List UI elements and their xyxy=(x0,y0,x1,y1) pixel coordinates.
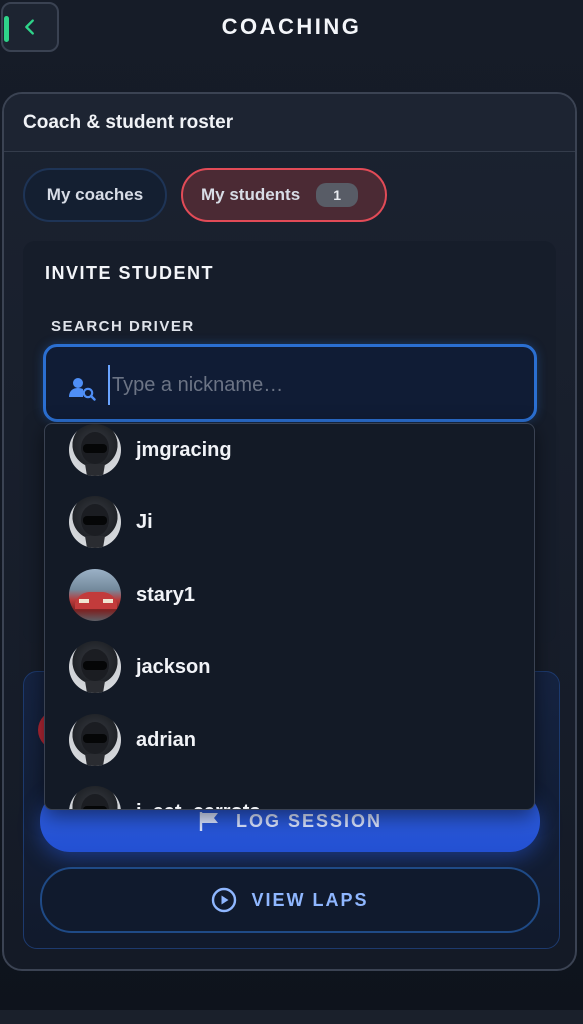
tab-label: My students xyxy=(201,185,301,204)
log-session-label: LOG SESSION xyxy=(235,810,383,831)
list-item[interactable]: jmgracing xyxy=(45,424,534,486)
helmet-avatar xyxy=(69,424,121,476)
helmet-avatar xyxy=(69,496,121,548)
driver-suggestions-dropdown: jmgracing Ji stary1 jackson adrian i_eat… xyxy=(44,423,535,810)
driver-name: adrian xyxy=(136,728,197,751)
helmet-avatar xyxy=(69,714,121,766)
list-item[interactable]: jackson xyxy=(45,631,534,703)
search-input[interactable] xyxy=(108,365,508,405)
search-driver-box[interactable] xyxy=(43,344,537,422)
list-item[interactable]: stary1 xyxy=(45,559,534,631)
invite-title: INVITE STUDENT xyxy=(45,263,215,283)
play-circle-icon xyxy=(212,887,237,913)
helmet-avatar xyxy=(69,786,121,809)
car-avatar xyxy=(69,569,121,621)
list-item[interactable]: Ji xyxy=(45,486,534,558)
driver-name: jackson xyxy=(136,655,211,678)
tab-label: My coaches xyxy=(46,185,144,204)
page-title: COACHING xyxy=(221,14,362,39)
driver-name: i_eat_carrots xyxy=(136,801,261,810)
helmet-avatar xyxy=(69,641,121,693)
list-item[interactable]: adrian xyxy=(45,704,534,776)
roster-tabs: My coaches My students 1 xyxy=(23,168,387,222)
user-search-icon xyxy=(69,378,96,401)
driver-name: stary1 xyxy=(136,583,195,606)
list-item[interactable]: i_eat_carrots xyxy=(45,776,534,810)
view-laps-label: VIEW LAPS xyxy=(251,889,369,910)
flag-icon xyxy=(199,812,218,831)
student-count-badge: 1 xyxy=(316,183,359,207)
view-laps-button[interactable]: VIEW LAPS xyxy=(40,867,540,933)
driver-name: jmgracing xyxy=(136,438,232,461)
driver-name: Ji xyxy=(136,510,153,533)
search-driver-label: SEARCH DRIVER xyxy=(51,318,195,335)
roster-title: Coach & student roster xyxy=(4,94,575,152)
tab-my-students[interactable]: My students 1 xyxy=(181,168,387,222)
bottom-bar xyxy=(0,1010,583,1024)
tab-my-coaches[interactable]: My coaches xyxy=(23,168,167,222)
